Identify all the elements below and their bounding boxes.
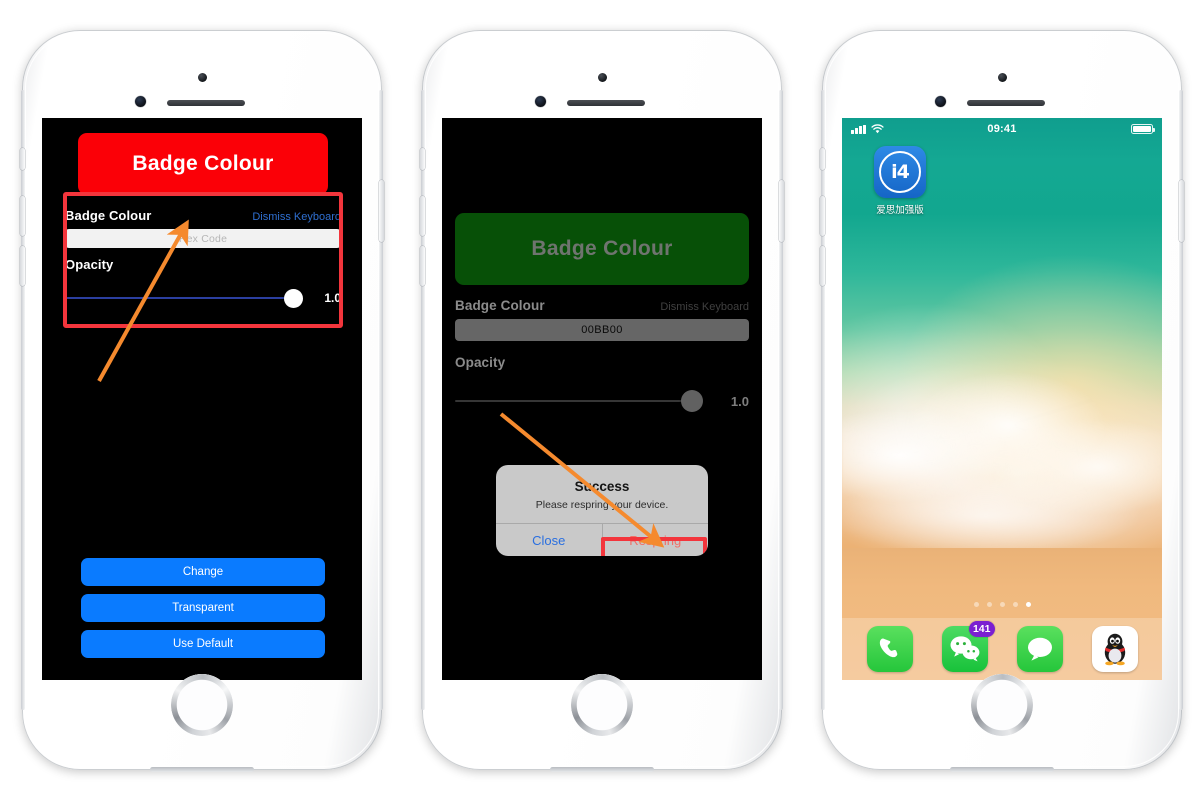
badge-colour-label: Badge Colour (65, 208, 152, 223)
battery-icon (1131, 124, 1155, 134)
home-button[interactable] (971, 674, 1033, 736)
i4-app-label: 爱思加强版 (876, 205, 924, 216)
dock-item-messages[interactable] (1016, 626, 1063, 672)
status-bar-clock: 09:41 (987, 123, 1017, 135)
power-button[interactable] (779, 180, 784, 242)
proximity-sensor-icon (935, 96, 946, 107)
bottom-speaker-grille (150, 767, 254, 772)
wallpaper-foam-layer (842, 368, 1162, 558)
phone-screen-3: 09:41 i4 爱思加强版 141 (842, 118, 1162, 680)
page-indicator-dots[interactable] (842, 602, 1162, 607)
bottom-speaker-grille (950, 767, 1054, 772)
home-screen-dock: 141 (842, 618, 1162, 680)
page-dot[interactable] (1012, 602, 1018, 607)
badge-colour-app-2: Badge Colour Badge Colour Dismiss Keyboa… (442, 118, 762, 680)
phone-left-edge (21, 90, 25, 710)
modal-dim-overlay (442, 118, 762, 680)
page-dot-active[interactable] (1025, 602, 1031, 607)
alert-message: Please respring your device. (535, 499, 669, 511)
ios-home-screen: 09:41 i4 爱思加强版 141 (842, 118, 1162, 680)
i4-app-icon[interactable]: i4 (874, 146, 926, 198)
page-dot[interactable] (986, 602, 992, 607)
page-dot[interactable] (999, 602, 1005, 607)
page-dot[interactable] (973, 602, 979, 607)
home-button[interactable] (571, 674, 633, 736)
earpiece-speaker-icon (567, 100, 645, 106)
alert-close-button[interactable]: Close (496, 524, 603, 556)
badge-colour-preview-banner: Badge Colour (78, 133, 328, 195)
iphone-device-2: Badge Colour Badge Colour Dismiss Keyboa… (420, 30, 784, 772)
power-button[interactable] (1179, 180, 1184, 242)
dock-item-phone[interactable] (866, 626, 913, 672)
dock-item-wechat[interactable]: 141 (941, 621, 995, 672)
opacity-slider-thumb[interactable] (284, 288, 303, 308)
volume-up-button[interactable] (20, 196, 25, 236)
front-camera-icon (998, 73, 1007, 82)
qq-app-icon[interactable] (1091, 626, 1138, 672)
wechat-badge-count: 141 (968, 621, 995, 637)
mute-switch[interactable] (420, 148, 425, 170)
alert-body: Success Please respring your device. (496, 465, 708, 523)
front-camera-icon (598, 73, 607, 82)
dock-item-qq[interactable] (1091, 626, 1138, 672)
earpiece-speaker-icon (167, 100, 245, 106)
opacity-label: Opacity (65, 257, 114, 272)
phone-screen-2: Badge Colour Badge Colour Dismiss Keyboa… (442, 118, 762, 680)
volume-up-button[interactable] (420, 196, 425, 236)
opacity-slider[interactable]: 1.0 (65, 288, 341, 308)
iphone-device-1: Badge Colour Badge Colour Dismiss Keyboa… (20, 30, 384, 772)
volume-down-button[interactable] (820, 246, 825, 286)
i4-logo-icon: i4 (879, 151, 921, 193)
qq-penguin-icon (1092, 626, 1138, 672)
badge-colour-settings-group: Badge Colour Dismiss Keyboard Hex Code O… (65, 208, 341, 308)
status-bar-right (1131, 124, 1155, 134)
hex-code-input[interactable]: Hex Code (65, 229, 341, 248)
dismiss-keyboard-link[interactable]: Dismiss Keyboard (252, 211, 341, 223)
home-app-i4[interactable]: i4 爱思加强版 (869, 146, 931, 216)
home-button[interactable] (171, 674, 233, 736)
volume-down-button[interactable] (20, 246, 25, 286)
phone-left-edge (421, 90, 425, 710)
phone-app-icon[interactable] (866, 626, 913, 672)
mute-switch[interactable] (20, 148, 25, 170)
phone-handset-icon (867, 626, 913, 672)
proximity-sensor-icon (535, 96, 546, 107)
badge-colour-row: Badge Colour Dismiss Keyboard (65, 208, 341, 223)
front-camera-icon (198, 73, 207, 82)
phone-screen-1: Badge Colour Badge Colour Dismiss Keyboa… (42, 118, 362, 680)
opacity-value: 1.0 (324, 291, 341, 305)
alert-actions: Close Respring (496, 523, 708, 556)
phone-left-edge (821, 90, 825, 710)
earpiece-speaker-icon (967, 100, 1045, 106)
bottom-speaker-grille (550, 767, 654, 772)
iphone-device-3: 09:41 i4 爱思加强版 141 (820, 30, 1184, 772)
opacity-slider-track (65, 297, 297, 299)
power-button[interactable] (379, 180, 384, 242)
action-button-group: Change Transparent Use Default (81, 558, 325, 658)
change-button[interactable]: Change (81, 558, 325, 586)
alert-title: Success (574, 479, 630, 494)
messages-app-icon[interactable] (1016, 626, 1063, 672)
mute-switch[interactable] (820, 148, 825, 170)
volume-up-button[interactable] (820, 196, 825, 236)
use-default-button[interactable]: Use Default (81, 630, 325, 658)
volume-down-button[interactable] (420, 246, 425, 286)
proximity-sensor-icon (135, 96, 146, 107)
status-bar: 09:41 (842, 118, 1162, 140)
alert-respring-button[interactable]: Respring (603, 524, 709, 556)
badge-colour-app-1: Badge Colour Badge Colour Dismiss Keyboa… (42, 118, 362, 680)
screenshot-stage: Badge Colour Badge Colour Dismiss Keyboa… (0, 0, 1203, 800)
transparent-button[interactable]: Transparent (81, 594, 325, 622)
speech-bubble-icon (1017, 626, 1063, 672)
success-alert-dialog: Success Please respring your device. Clo… (496, 465, 708, 556)
